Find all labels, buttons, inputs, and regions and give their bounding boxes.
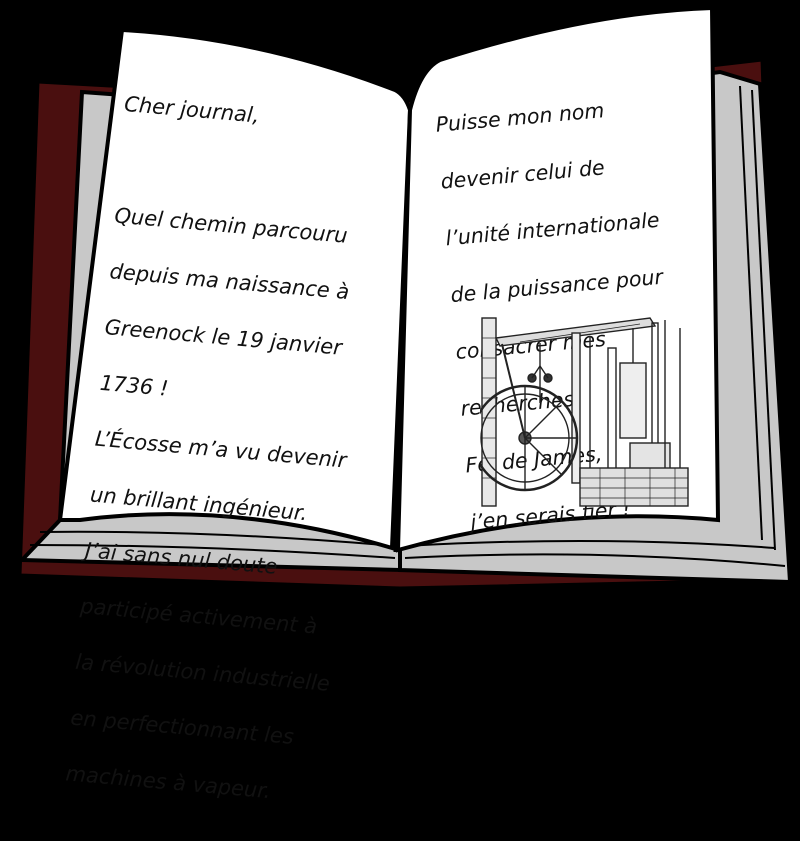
diary-line: 1736 ! bbox=[98, 370, 170, 401]
diary-greeting: Cher journal, bbox=[123, 91, 261, 128]
steam-engine-engraving bbox=[480, 317, 689, 507]
diary-line: en perfectionnant les bbox=[69, 705, 295, 749]
diary-line: de la puissance pour bbox=[449, 264, 664, 307]
diary-line: devenir celui de bbox=[439, 154, 606, 194]
diary-line: J’ai sans nul doute bbox=[84, 538, 279, 579]
diary-line: participé activement à bbox=[79, 593, 319, 639]
diary-line: machines à vapeur. bbox=[64, 761, 272, 804]
left-page-text: Cher journal, Quel chemin parcouru depui… bbox=[62, 62, 427, 841]
diary-line: depuis ma naissance à bbox=[108, 259, 351, 305]
diary-line: L’Écosse m’a vu devenir bbox=[94, 426, 348, 473]
diary-line: un brillant ingénieur. bbox=[89, 482, 309, 526]
diary-line: Puisse mon nom bbox=[434, 97, 606, 137]
diary-line: Greenock le 19 janvier bbox=[103, 315, 343, 360]
diary-line: la révolution industrielle bbox=[74, 649, 331, 696]
diary-line: Quel chemin parcouru bbox=[113, 203, 349, 248]
diary-line: l’unité internationale bbox=[444, 207, 661, 250]
